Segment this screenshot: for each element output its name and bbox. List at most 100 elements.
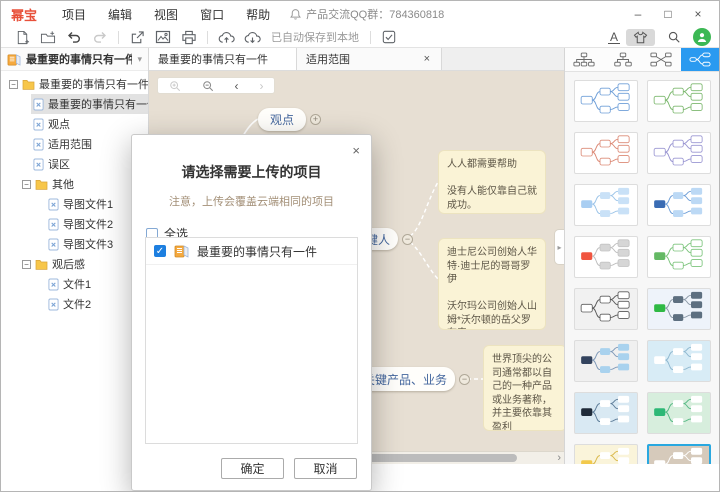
print-icon[interactable] [176,28,202,47]
map-file-icon [33,138,44,151]
tab-close-icon[interactable]: × [422,53,432,65]
template-thumbnail[interactable] [574,444,638,464]
toolbar-divider [207,31,208,44]
mindmap-layout-icon[interactable] [681,48,720,71]
open-folder-icon[interactable] [35,28,61,47]
canvas-mini-toolbar: ‹ › [157,77,275,94]
nav-back-icon[interactable]: ‹ [235,81,239,91]
template-thumbnail[interactable] [647,184,711,226]
scroll-right-icon[interactable]: › [557,452,561,464]
menu-window[interactable]: 窗口 [189,4,235,25]
text-style-icon[interactable]: A [608,31,620,44]
map-file-icon [48,298,59,311]
tree-item-label: 观点 [48,116,70,132]
notebook-icon [174,244,189,258]
zoom-out-icon[interactable] [202,80,214,92]
collapse-node-icon[interactable]: − [459,374,470,385]
folder-icon [35,259,48,270]
redo-icon[interactable] [87,28,113,47]
template-thumbnail[interactable] [647,236,711,278]
map-file-icon [33,158,44,171]
sidebar-item-file[interactable]: 误区 [1,154,148,174]
collapse-toggle-icon[interactable]: − [9,80,18,89]
map-file-icon [48,198,59,211]
sidebar-item-file[interactable]: 文件1 [1,274,148,294]
export-icon[interactable] [124,28,150,47]
new-file-icon[interactable] [9,28,35,47]
proofread-icon[interactable] [376,28,402,47]
mindmap-node[interactable]: 观点 [258,108,306,131]
sidebar-item-folder[interactable]: − 观后感 [1,254,148,274]
cloud-upload-icon[interactable] [213,28,239,47]
mindmap-note[interactable]: 世界顶尖的公司通常都以自己的一种产品或业务著称，并主要依靠其盈利 [483,345,564,431]
cancel-button[interactable]: 取消 [294,458,357,479]
bell-icon [289,8,302,21]
free-layout-icon[interactable] [642,48,681,71]
tree-layout-icon[interactable] [565,48,604,71]
collapse-node-icon[interactable]: − [402,234,413,245]
tab-document-2[interactable]: 适用范围 × [297,48,442,70]
image-icon[interactable] [150,28,176,47]
sidebar-item-folder[interactable]: − 最重要的事情只有一件 [1,74,148,94]
close-button[interactable]: × [683,5,713,23]
mindmap-note[interactable]: 迪士尼公司创始人华特·迪士尼的哥哥罗伊 沃尔玛公司创始人山姆*沃尔顿的岳父罗布森 [438,238,546,330]
item-checkbox[interactable]: ✓ [154,245,166,257]
panel-collapse-handle[interactable]: ▸ [554,229,564,265]
menu-view[interactable]: 视图 [143,4,189,25]
maximize-button[interactable]: □ [653,5,683,23]
menu-help[interactable]: 帮助 [235,4,281,25]
upload-item-row[interactable]: ✓最重要的事情只有一件 [146,238,357,265]
template-grid [565,72,719,464]
template-thumbnail[interactable] [574,236,638,278]
sidebar-item-file[interactable]: 最重要的事情只有一件 [1,94,148,114]
menu-project[interactable]: 项目 [51,4,97,25]
map-file-icon [48,238,59,251]
tab-document-1[interactable]: 最重要的事情只有一件 [149,48,297,70]
map-file-icon [33,118,44,131]
tree-item-label: 观后感 [52,256,85,272]
template-thumbnail[interactable] [574,392,638,434]
collapse-toggle-icon[interactable]: − [22,260,31,269]
sidebar-item-file[interactable]: 适用范围 [1,134,148,154]
theme-icon[interactable] [626,29,655,46]
collapse-toggle-icon[interactable]: − [22,180,31,189]
confirm-button[interactable]: 确定 [221,458,284,479]
template-thumbnail[interactable] [574,132,638,174]
nav-forward-icon[interactable]: › [260,81,264,91]
expand-node-icon[interactable]: + [310,114,321,125]
project-switcher[interactable]: 最重要的事情只有一件 ▾ [1,48,148,71]
template-thumbnail[interactable] [574,288,638,330]
sidebar-item-file[interactable]: 文件2 [1,294,148,314]
tree-item-label: 适用范围 [48,136,92,152]
search-icon[interactable] [661,28,687,47]
sidebar-item-file[interactable]: 观点 [1,114,148,134]
chevron-right-icon: ▸ [557,243,561,252]
avatar[interactable] [693,28,711,46]
template-thumbnail[interactable] [647,444,711,464]
menu-edit[interactable]: 编辑 [97,4,143,25]
template-thumbnail[interactable] [647,80,711,122]
tree-item-label: 误区 [48,156,70,172]
dialog-subtitle: 注意，上传会覆盖云端相同的项目 [132,193,371,209]
template-thumbnail[interactable] [574,340,638,382]
template-thumbnail[interactable] [647,340,711,382]
template-thumbnail[interactable] [574,184,638,226]
template-thumbnail[interactable] [574,80,638,122]
sidebar-item-folder[interactable]: −其他 [1,174,148,194]
sidebar-item-file[interactable]: 导图文件3 [1,234,148,254]
minimize-button[interactable]: – [623,5,653,23]
template-thumbnail[interactable] [647,132,711,174]
zoom-in-icon[interactable] [169,80,181,92]
sidebar-item-file[interactable]: 导图文件2 [1,214,148,234]
undo-icon[interactable] [61,28,87,47]
template-thumbnail[interactable] [647,392,711,434]
template-thumbnail[interactable] [647,288,711,330]
tree-item-label: 最重要的事情只有一件 [39,76,149,92]
tab-label: 最重要的事情只有一件 [158,51,268,67]
cloud-download-icon[interactable] [239,28,265,47]
org-layout-icon[interactable] [604,48,643,71]
dialog-close-icon[interactable]: × [352,144,360,157]
sidebar-item-file[interactable]: 导图文件1 [1,194,148,214]
mindmap-note[interactable]: 人人都需要帮助 没有人能仅靠自己就成功。 [438,150,546,214]
project-name: 最重要的事情只有一件 [26,51,132,67]
